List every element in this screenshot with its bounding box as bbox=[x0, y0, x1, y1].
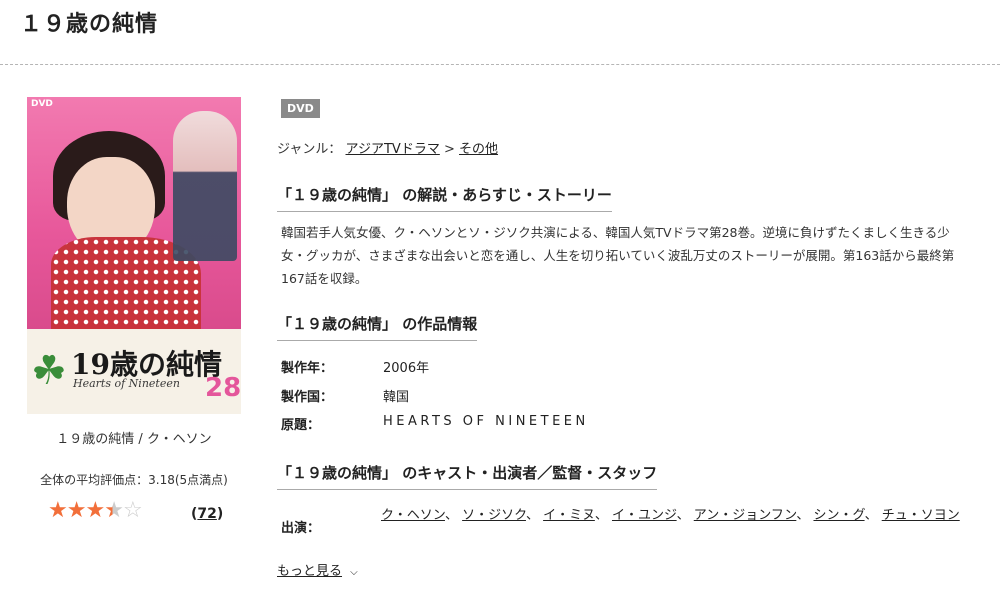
star-icon: ★ bbox=[85, 498, 105, 523]
clover-icon: ☘ bbox=[31, 348, 67, 394]
info-label-original-title: 原題： bbox=[281, 418, 321, 433]
cover-photo: DVD bbox=[27, 97, 241, 329]
info-value-country: 韓国 bbox=[383, 390, 410, 405]
cover-title-box: ☘ 19歳の純情 Hearts of Nineteen 28 bbox=[27, 329, 241, 414]
cover-caption: １９歳の純情 / ク・ヘソン bbox=[56, 432, 212, 447]
cast-member-link[interactable]: アン・ジョンフン bbox=[694, 508, 797, 523]
info-label-year: 製作年： bbox=[281, 361, 334, 376]
genre-link-asia-tv-drama[interactable]: アジアTVドラマ bbox=[346, 142, 440, 157]
cast-member-link[interactable]: イ・ユンジ bbox=[612, 508, 677, 523]
cover-volume: 28 bbox=[205, 373, 241, 403]
star-icon: ★ bbox=[104, 498, 124, 523]
cast-member-link[interactable]: ク・ヘソン bbox=[381, 508, 445, 523]
cast-list: ク・ヘソン、 ソ・ジソク、 イ・ミヌ、 イ・ユンジ、 アン・ジョンフン、 シン・… bbox=[381, 505, 971, 526]
average-rating-label: 全体の平均評価点：3.18(5点満点) bbox=[40, 473, 228, 487]
cast-separator: 、 bbox=[676, 508, 694, 523]
story-text: 韓国若手人気女優、ク・ヘソンとソ・ジソク共演による、韓国人気TVドラマ第28巻。… bbox=[281, 225, 955, 286]
cast-member-link[interactable]: イ・ミヌ bbox=[543, 508, 595, 523]
genre-label: ジャンル： bbox=[277, 142, 342, 157]
page-title: １９歳の純情 bbox=[20, 12, 159, 37]
format-badge: DVD bbox=[281, 99, 320, 118]
chevron-down-icon: ⌵ bbox=[350, 567, 358, 578]
info-label-country: 製作国： bbox=[281, 390, 334, 405]
cast-separator: 、 bbox=[864, 508, 882, 523]
star-icon: ★ bbox=[48, 498, 68, 523]
star-icon: ★ bbox=[66, 498, 87, 523]
star-icon: ☆ bbox=[122, 498, 143, 523]
info-value-year: 2006年 bbox=[383, 361, 430, 376]
cover-dvd-mark: DVD bbox=[31, 99, 53, 109]
story-heading: 「１９歳の純情」 の解説・あらすじ・ストーリー bbox=[277, 184, 612, 212]
work-info-heading: 「１９歳の純情」 の作品情報 bbox=[277, 313, 478, 341]
cast-separator: 、 bbox=[444, 508, 463, 523]
cast-separator: 、 bbox=[796, 508, 814, 523]
review-count[interactable]: (72) bbox=[191, 506, 223, 522]
cast-member-link[interactable]: チュ・ソヨン bbox=[882, 508, 960, 523]
info-value-original-title: HEARTS OF NINETEEN bbox=[383, 414, 589, 429]
cast-heading: 「１９歳の純情」 のキャスト・出演者／監督・スタッフ bbox=[277, 462, 658, 490]
review-count-link[interactable]: 72 bbox=[197, 506, 216, 522]
show-more-label[interactable]: もっと見る bbox=[277, 564, 342, 579]
show-more-link[interactable]: もっと見る ⌵ bbox=[277, 560, 358, 579]
cover-couple bbox=[173, 111, 237, 261]
cast-member-link[interactable]: ソ・ジソク bbox=[462, 508, 526, 523]
genre-separator: > bbox=[443, 142, 455, 157]
genre-link-other[interactable]: その他 bbox=[459, 142, 498, 157]
cover-en-title: Hearts of Nineteen bbox=[73, 377, 180, 390]
cast-separator: 、 bbox=[525, 508, 544, 523]
genre-breadcrumb: ジャンル： アジアTVドラマ > その他 bbox=[277, 138, 498, 157]
cast-separator: 、 bbox=[594, 508, 612, 523]
cast-member-link[interactable]: シン・グ bbox=[813, 508, 864, 523]
dashed-divider bbox=[0, 64, 1000, 65]
cast-label: 出演： bbox=[281, 521, 321, 536]
cover-image[interactable]: DVD ☘ 19歳の純情 Hearts of Nineteen 28 bbox=[27, 97, 241, 414]
rating-stars: ★★★★☆ bbox=[48, 498, 143, 523]
